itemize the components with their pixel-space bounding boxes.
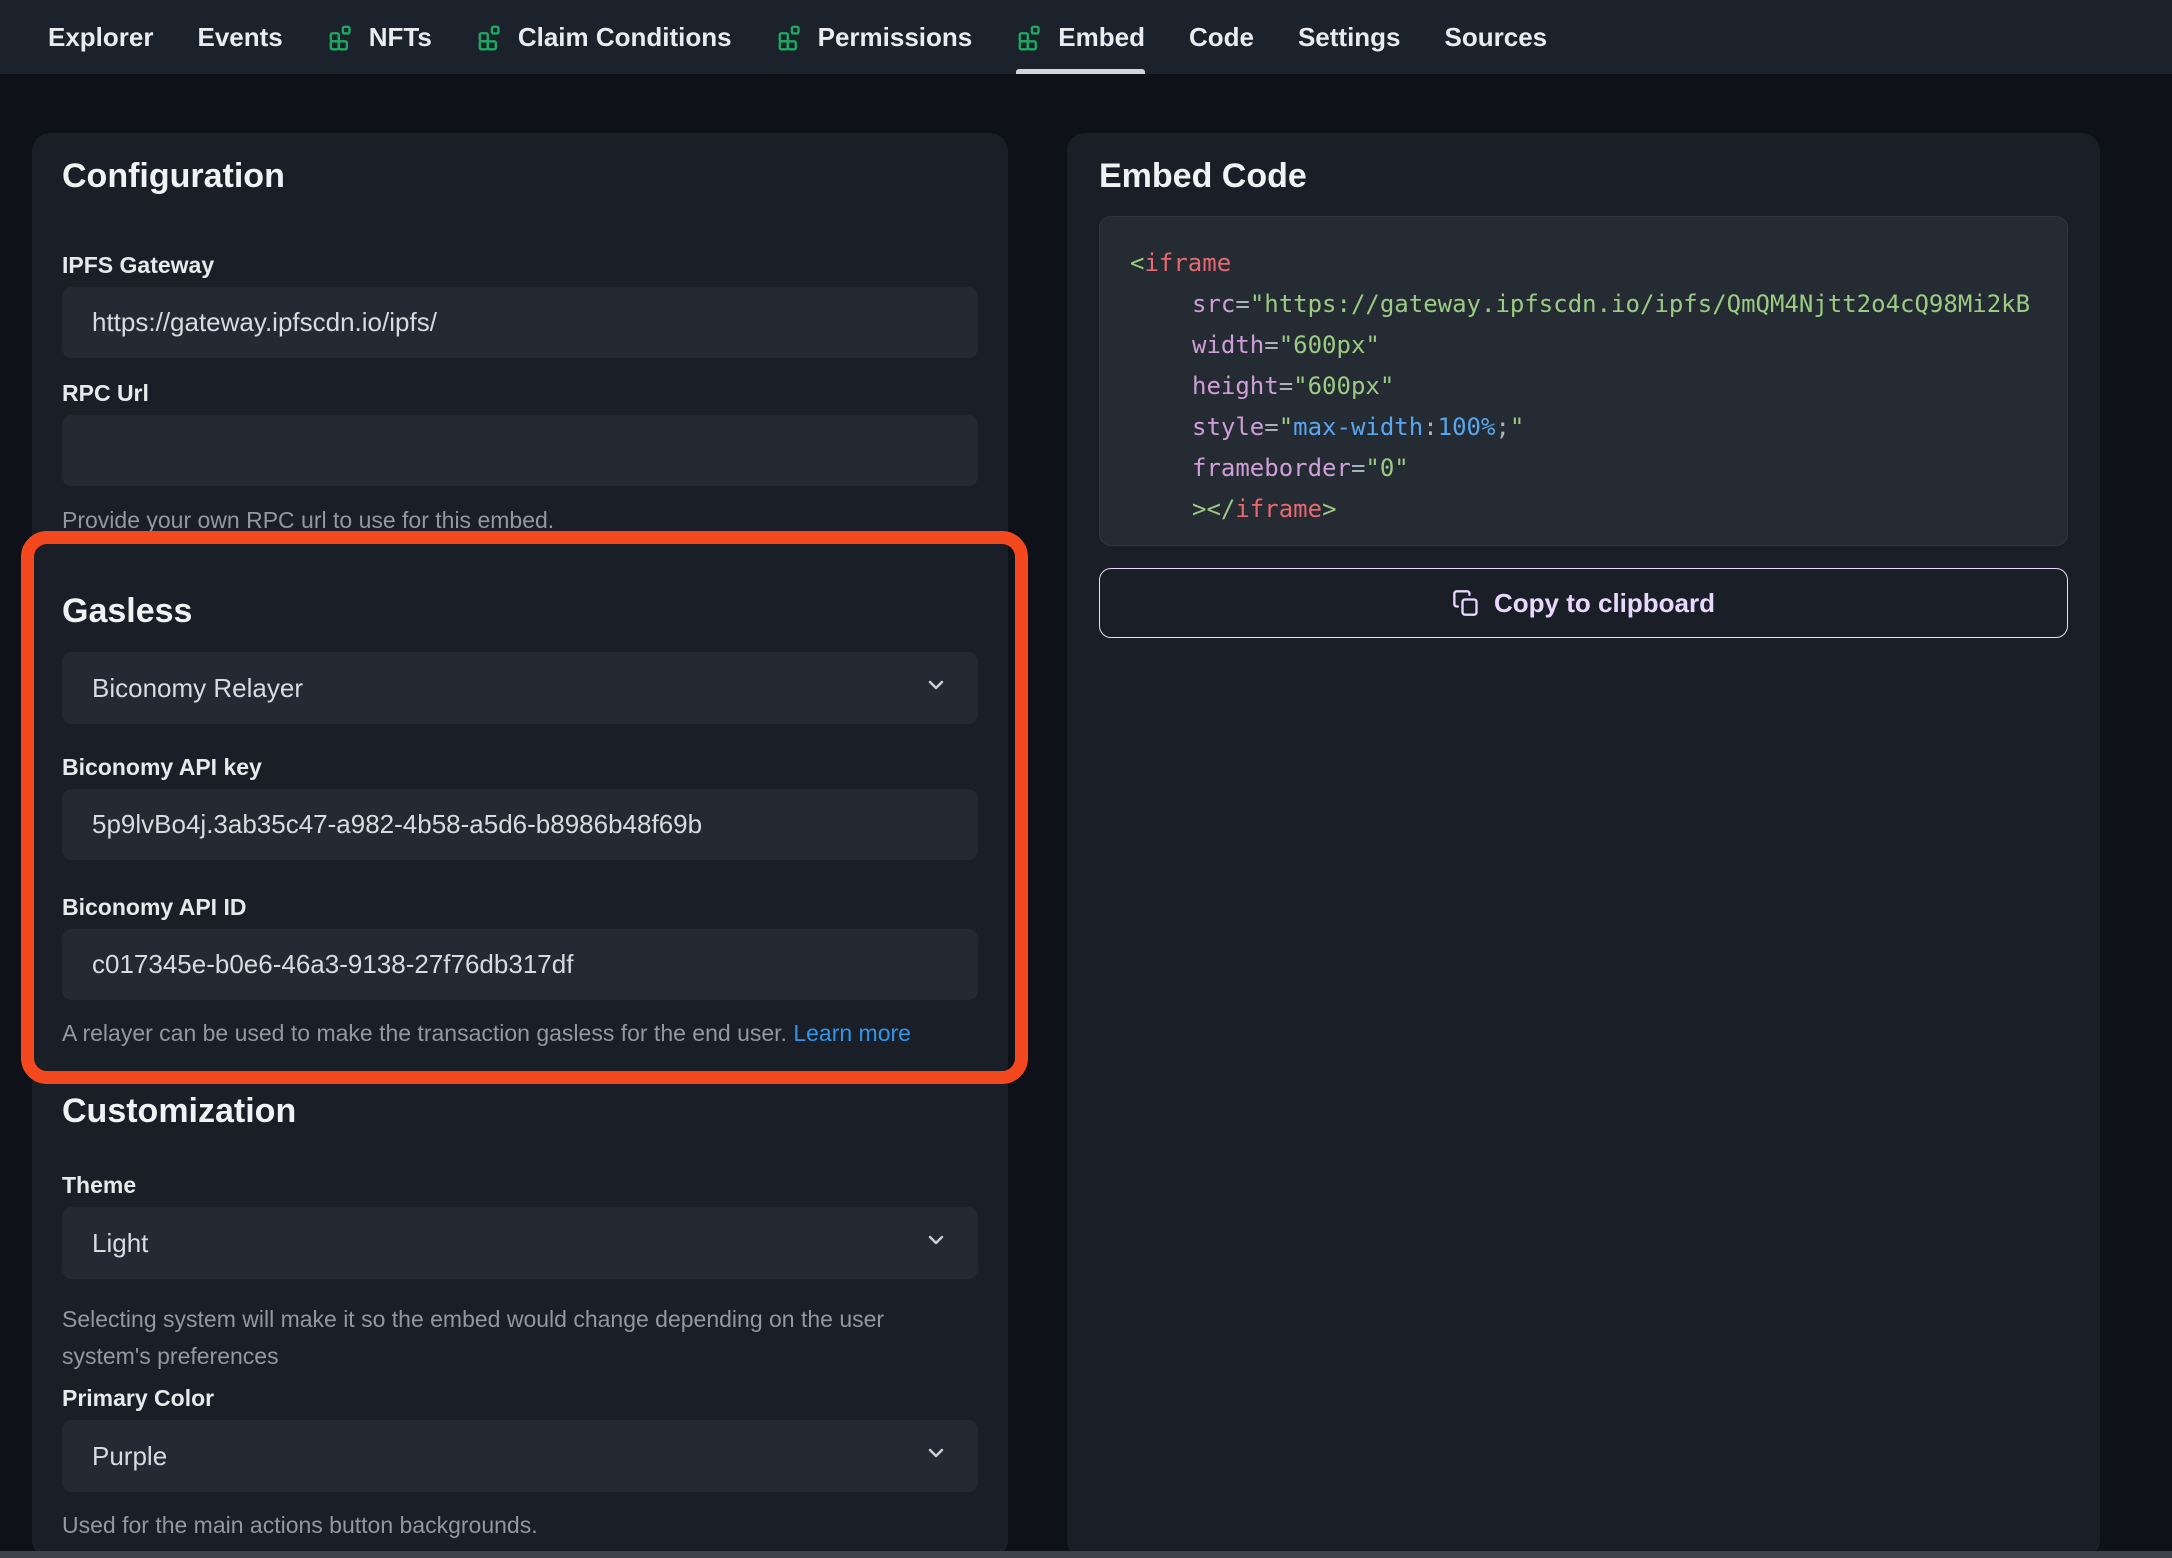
tab-label: Code	[1189, 22, 1254, 53]
tab-code[interactable]: Code	[1189, 0, 1254, 74]
horizontal-scrollbar[interactable]	[0, 1551, 2172, 1558]
theme-label: Theme	[62, 1170, 978, 1200]
tab-label: Permissions	[818, 22, 973, 53]
code-line: ></iframe>	[1130, 489, 2067, 530]
learn-more-link[interactable]: Learn more	[793, 1020, 911, 1046]
gasless-helper: A relayer can be used to make the transa…	[62, 1018, 978, 1048]
theme-value: Light	[92, 1228, 148, 1259]
embed-code-block: <iframesrc="https://gateway.ipfscdn.io/i…	[1099, 216, 2068, 546]
rpc-url-helper: Provide your own RPC url to use for this…	[62, 505, 978, 535]
chevron-down-icon	[924, 673, 948, 697]
configuration-title: Configuration	[62, 155, 978, 197]
code-line: src="https://gateway.ipfscdn.io/ipfs/QmQ…	[1130, 284, 2067, 325]
tab-label: Embed	[1058, 22, 1145, 53]
ipfs-gateway-label: IPFS Gateway	[62, 250, 978, 280]
code-line: <iframe	[1130, 243, 2067, 284]
chevron-down-icon	[924, 1441, 948, 1465]
gasless-title: Gasless	[62, 590, 978, 632]
code-line: width="600px"	[1130, 325, 2067, 366]
copy-button-label: Copy to clipboard	[1494, 588, 1715, 619]
tab-sources[interactable]: Sources	[1445, 0, 1548, 74]
tab-settings[interactable]: Settings	[1298, 0, 1401, 74]
tab-label: Explorer	[48, 22, 154, 53]
rpc-url-input[interactable]	[62, 415, 978, 486]
chevron-down-icon	[924, 1228, 948, 1252]
extension-grid-icon	[1016, 22, 1046, 52]
tab-explorer[interactable]: Explorer	[48, 0, 154, 74]
chevron-slot	[924, 1441, 948, 1472]
copy-to-clipboard-button[interactable]: Copy to clipboard	[1099, 568, 2068, 638]
extension-grid-icon	[776, 22, 806, 52]
tab-claim-conditions[interactable]: Claim Conditions	[476, 0, 732, 74]
biconomy-api-id-input[interactable]	[62, 929, 978, 1000]
extension-grid-icon	[476, 22, 506, 52]
biconomy-api-key-input[interactable]	[62, 789, 978, 860]
copy-icon	[1452, 589, 1480, 617]
nav-tabs: Explorer Events NFTs Claim Conditions Per…	[48, 0, 1547, 74]
code-line: frameborder="0"	[1130, 448, 2067, 489]
theme-helper: Selecting system will make it so the emb…	[62, 1301, 942, 1375]
rpc-url-label: RPC Url	[62, 378, 978, 408]
tab-nfts[interactable]: NFTs	[327, 0, 432, 74]
code-line: style="max-width:100%;"	[1130, 407, 2067, 448]
tab-label: Claim Conditions	[518, 22, 732, 53]
theme-select[interactable]: Light	[62, 1207, 978, 1279]
ipfs-gateway-input[interactable]	[62, 287, 978, 358]
tab-permissions[interactable]: Permissions	[776, 0, 973, 74]
primary-color-value: Purple	[92, 1441, 167, 1472]
primary-color-helper: Used for the main actions button backgro…	[62, 1510, 978, 1540]
tab-label: Sources	[1445, 22, 1548, 53]
primary-color-select[interactable]: Purple	[62, 1420, 978, 1492]
embed-code-title: Embed Code	[1099, 155, 2068, 197]
chevron-slot	[924, 1228, 948, 1259]
gasless-relayer-value: Biconomy Relayer	[92, 673, 303, 704]
biconomy-api-key-label: Biconomy API key	[62, 752, 978, 782]
extension-grid-icon	[327, 22, 357, 52]
configuration-panel: Configuration IPFS Gateway RPC Url Provi…	[32, 133, 1008, 1558]
customization-title: Customization	[62, 1090, 978, 1132]
primary-color-label: Primary Color	[62, 1383, 978, 1413]
contract-tab-bar: Explorer Events NFTs Claim Conditions Per…	[0, 0, 2172, 74]
chevron-slot	[924, 673, 948, 704]
gasless-relayer-select[interactable]: Biconomy Relayer	[62, 652, 978, 724]
tab-label: NFTs	[369, 22, 432, 53]
tab-label: Events	[198, 22, 283, 53]
embed-code-panel: Embed Code <iframesrc="https://gateway.i…	[1067, 133, 2100, 1558]
tab-events[interactable]: Events	[198, 0, 283, 74]
tab-label: Settings	[1298, 22, 1401, 53]
biconomy-api-id-label: Biconomy API ID	[62, 892, 978, 922]
code-line: height="600px"	[1130, 366, 2067, 407]
tab-embed[interactable]: Embed	[1016, 0, 1145, 74]
